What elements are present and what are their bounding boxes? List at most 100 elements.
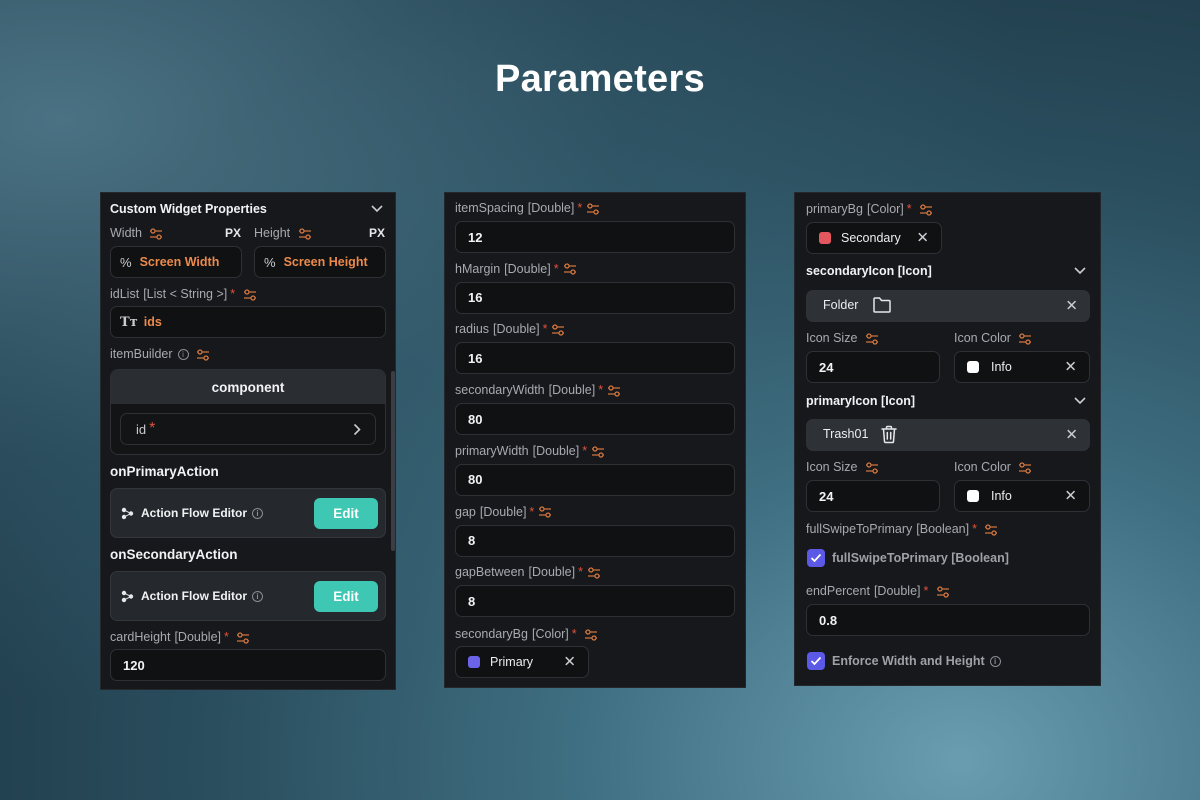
sliders-icon[interactable] [149,228,163,240]
on-primary-action-label: onPrimaryAction [110,464,219,479]
itembuilder-label: itemBuilder i [110,347,210,361]
sliders-icon[interactable] [586,203,600,215]
info-icon[interactable]: i [252,508,263,520]
param-input[interactable]: 80 [455,403,735,436]
chevron-down-icon[interactable] [370,204,384,214]
sliders-icon[interactable] [563,263,577,275]
param-input[interactable]: 8 [455,524,735,557]
primary-icon-size-field[interactable]: 24 [806,480,940,512]
height-unit[interactable]: PX [369,226,385,240]
primary-icon-value: Trash01 [823,427,869,441]
sliders-icon[interactable] [984,524,998,536]
sliders-icon[interactable] [591,445,605,458]
action-flow-icon [121,507,134,520]
clear-icon[interactable]: ✕ [563,655,576,670]
width-label: Width [110,226,163,240]
info-icon[interactable]: i [177,349,189,361]
sliders-icon[interactable] [298,228,312,240]
icon-color-label: Icon Color [954,460,1032,474]
param-value: 16 [468,290,483,306]
id-field[interactable]: id * [120,413,376,445]
clear-icon[interactable]: ✕ [916,231,929,246]
clear-icon[interactable]: ✕ [1065,299,1078,314]
sliders-icon[interactable] [236,632,250,644]
primary-icon-field[interactable]: Trash01 ✕ [806,419,1090,451]
sliders-icon[interactable] [1018,333,1032,345]
component-header[interactable]: component [111,370,385,404]
param-input[interactable]: 16 [455,342,735,375]
color-swatch [819,232,831,244]
param-input[interactable]: 12 [455,221,735,253]
parameters-panel-middle: itemSpacing [Double] * 12 hMargin [Double] * 16… [444,192,746,688]
folder-icon [873,297,891,313]
scrollbar[interactable] [391,371,395,551]
secondary-icon-size-field[interactable]: 24 [806,351,940,383]
sliders-icon[interactable] [587,567,601,579]
sliders-icon[interactable] [551,324,565,336]
chevron-down-icon[interactable] [1073,396,1087,406]
panel-header: Custom Widget Properties [110,202,267,216]
enforce-checkbox[interactable] [807,652,825,670]
percent-icon: % [120,254,132,270]
percent-icon: % [264,254,276,270]
sliders-icon[interactable] [584,629,598,641]
param-value: 8 [468,593,476,609]
primarybg-label: primaryBg [Color] * [806,202,933,216]
clear-icon[interactable]: ✕ [1064,489,1077,504]
param-label: itemSpacing [Double] * [455,201,600,215]
clear-icon[interactable]: ✕ [1065,428,1078,443]
param-label: secondaryWidth [Double] * [455,383,621,397]
secondary-icon-color-field[interactable]: Info ✕ [954,351,1090,383]
info-icon[interactable]: i [989,656,1001,668]
action-flow-editor-label: Action Flow Editor i [141,589,263,603]
sliders-icon[interactable] [607,385,621,397]
parameters-panel-right: primaryBg [Color] * Secondary ✕ secondaryI… [794,192,1101,686]
fullswipe-checkbox-label: fullSwipeToPrimary [Boolean] [832,551,1009,565]
sliders-icon[interactable] [243,289,257,301]
primarybg-field[interactable]: Secondary ✕ [806,222,942,254]
fullswipe-label: fullSwipeToPrimary [Boolean] * [806,522,998,536]
param-label: primaryWidth [Double] * [455,444,605,458]
sliders-icon[interactable] [865,462,879,474]
height-field[interactable]: % Screen Height [254,246,386,278]
clear-icon[interactable]: ✕ [1064,360,1077,375]
sliders-icon[interactable] [538,506,552,518]
secondary-icon-color-value: Info [991,360,1012,374]
param-input[interactable]: 8 [455,585,735,618]
chevron-down-icon[interactable] [1073,266,1087,276]
param-input[interactable]: 16 [455,281,735,314]
chevron-right-icon[interactable] [353,423,361,436]
param-label: gapBetween [Double] * [455,565,601,579]
primary-icon-color-field[interactable]: Info ✕ [954,480,1090,512]
endpercent-value: 0.8 [819,612,838,628]
custom-widget-properties-panel: Custom Widget Properties Width PX Height… [100,192,396,690]
checkmark-icon [810,553,822,563]
cardheight-field[interactable]: 120 [110,649,386,681]
color-swatch [967,490,979,502]
sliders-icon[interactable] [936,586,950,598]
idlist-value: ids [143,315,162,329]
sliders-icon[interactable] [865,333,879,345]
page-title: Parameters [494,58,706,100]
width-value: Screen Width [139,255,220,269]
fullswipe-checkbox[interactable] [807,549,825,567]
sliders-icon[interactable] [919,204,933,216]
secondarybg-field[interactable]: Primary ✕ [455,646,589,678]
info-icon[interactable]: i [252,591,263,603]
color-swatch [468,656,480,668]
secondary-icon-field[interactable]: Folder ✕ [806,290,1090,322]
sliders-icon[interactable] [196,349,210,361]
edit-secondary-action-button[interactable]: Edit [314,581,378,612]
width-field[interactable]: % Screen Width [110,246,242,278]
secondary-icon-label: secondaryIcon [Icon] [806,264,932,278]
endpercent-label: endPercent [Double] * [806,584,950,598]
endpercent-field[interactable]: 0.8 [806,604,1090,636]
primary-action-flow-row: Action Flow Editor i Edit [110,488,386,538]
param-label: hMargin [Double] * [455,262,577,276]
param-input[interactable]: 80 [455,463,735,496]
secondary-icon-value: Folder [823,298,859,312]
width-unit[interactable]: PX [225,226,241,240]
sliders-icon[interactable] [1018,462,1032,474]
idlist-field[interactable]: Tт ids [110,306,386,338]
edit-primary-action-button[interactable]: Edit [314,498,378,529]
